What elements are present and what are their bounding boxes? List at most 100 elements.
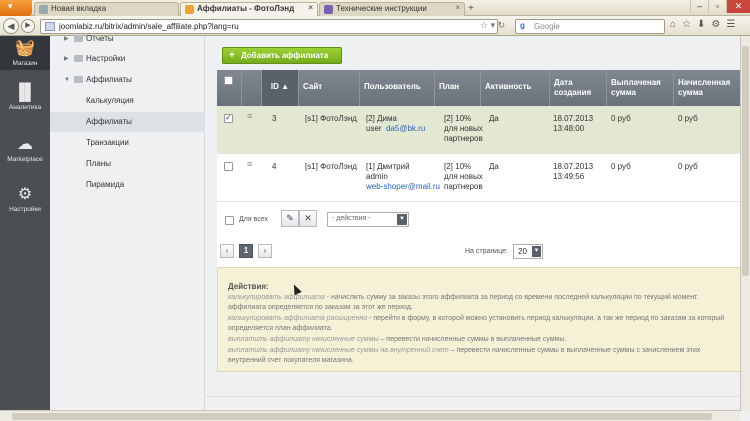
bar-chart-icon: ▐▌ <box>13 84 37 101</box>
page-icon <box>39 5 48 14</box>
close-tab-icon[interactable]: × <box>455 3 460 12</box>
menu-item-transactions[interactable]: Транзакции <box>50 133 205 153</box>
close-window-icon[interactable]: ✕ <box>726 0 750 13</box>
section-menu: ▶ Отчеты ▶ Настройки ▼ Аффилиаты Калькул… <box>50 34 205 421</box>
leftbar-item-settings[interactable]: ⚙ Настройки <box>0 184 50 220</box>
site-favicon-icon <box>324 5 333 14</box>
chevron-down-icon: ▼ <box>64 77 70 83</box>
user-email-link[interactable]: web-shoper@mail.ru <box>366 182 440 191</box>
header-accrued[interactable]: Начисленная сумма <box>674 70 750 106</box>
header-site[interactable]: Сайт <box>299 70 360 106</box>
sort-asc-icon: ▲ <box>281 82 290 91</box>
row-user: [1] Дмитрий admin web-shoper@mail.ru <box>366 162 440 191</box>
browser-tab-affiliates[interactable]: Аффилиаты - ФотоЛэнд × <box>180 2 318 16</box>
maximize-icon[interactable]: ▫ <box>708 0 726 13</box>
per-page-select[interactable]: 20 ▼ <box>513 244 543 259</box>
basket-icon: 🧺 <box>15 40 35 57</box>
help-line: определяется план аффилиата. <box>228 325 333 333</box>
bookmark-star-icon[interactable]: ☆ ▾ ↻ <box>480 20 505 31</box>
back-arrow-icon[interactable]: ◀ <box>3 18 19 34</box>
edit-pencil-icon[interactable]: ✎ <box>281 210 299 227</box>
gear-icon: ⚙ <box>17 186 33 203</box>
browser-tab-new[interactable]: Новая вкладка <box>34 2 179 16</box>
for-all-checkbox[interactable] <box>225 216 234 225</box>
row-id: 4 <box>272 162 277 171</box>
row-accrued: 0 руб <box>678 162 698 171</box>
menu-item-reports[interactable]: ▶ Отчеты <box>50 29 205 49</box>
actions-select[interactable]: - действия - ▼ <box>327 212 409 227</box>
menu-item-affiliates[interactable]: Аффилиаты <box>50 112 205 132</box>
menu-item-settings[interactable]: ▶ Настройки <box>50 49 205 69</box>
row-site: [s1] ФотоЛэнд <box>305 114 357 123</box>
close-tab-icon[interactable]: × <box>308 3 313 12</box>
row-plan: [2] 10% для новых партнеров <box>444 162 483 191</box>
header-plan[interactable]: План <box>435 70 481 106</box>
firefox-menu-button[interactable]: ▾ <box>0 0 32 16</box>
help-line: калькулировать аффилиата расширенно - пе… <box>228 314 725 322</box>
window-controls: – ▫ ✕ <box>690 0 750 14</box>
row-user: [2] Дима user da5@bk.ru <box>366 114 426 133</box>
row-menu-icon[interactable]: ≡ <box>247 160 255 169</box>
user-email-link[interactable]: da5@bk.ru <box>386 124 425 133</box>
search-input[interactable]: g Google <box>515 19 665 34</box>
delete-x-icon[interactable]: ✕ <box>299 210 317 227</box>
help-line: внутренний счет покупателя магазина. <box>228 357 354 365</box>
chevron-down-icon: ▼ <box>397 214 407 225</box>
header-id[interactable]: ID ▲ <box>262 70 299 106</box>
affiliates-table: ID ▲ Сайт Пользователь План Активность Д… <box>217 70 750 268</box>
help-line: аффилиата определяется по заказам за это… <box>228 304 413 312</box>
cloud-download-icon: ☁ <box>17 136 33 153</box>
header-actions-col <box>242 70 262 106</box>
toolbar-icons[interactable]: ⌂☆⬇⚙☰ <box>670 19 741 30</box>
site-favicon-icon <box>185 5 194 14</box>
table-header: ID ▲ Сайт Пользователь План Активность Д… <box>217 70 750 106</box>
new-tab-plus-icon[interactable]: + <box>468 3 474 14</box>
row-checkbox[interactable] <box>224 162 233 171</box>
header-created[interactable]: Дата создания <box>550 70 607 106</box>
prev-page-button[interactable]: ‹ <box>220 244 234 258</box>
row-menu-icon[interactable]: ≡ <box>247 112 255 121</box>
row-site: [s1] ФотоЛэнд <box>305 162 357 171</box>
vertical-scrollbar[interactable] <box>740 36 750 411</box>
tab-label: Технические инструкции <box>336 4 427 13</box>
menu-item-pyramid[interactable]: Пирамида <box>50 175 205 195</box>
leftbar-item-shop[interactable]: 🧺 Магазин <box>0 36 50 70</box>
for-all-label: Для всех <box>239 216 268 223</box>
header-user[interactable]: Пользователь <box>360 70 435 106</box>
menu-item-plans[interactable]: Планы <box>50 154 205 174</box>
browser-tab-strip: ▾ Новая вкладка Аффилиаты - ФотоЛэнд × Т… <box>0 0 750 16</box>
plus-icon: + <box>229 50 235 61</box>
next-page-button[interactable]: › <box>258 244 272 258</box>
folder-open-icon <box>74 76 83 83</box>
leftbar-item-analytics[interactable]: ▐▌ Аналитика <box>0 84 50 120</box>
horizontal-scrollbar[interactable] <box>0 410 740 421</box>
chevron-down-icon: ▼ <box>532 246 541 257</box>
page-1-button[interactable]: 1 <box>239 244 253 258</box>
table-row[interactable]: ≡ 4 [s1] ФотоЛэнд [1] Дмитрий admin web-… <box>217 154 750 202</box>
browser-tab-instructions[interactable]: Технические инструкции × <box>319 2 465 16</box>
help-line: выплатить аффилиату начисленные суммы на… <box>228 346 701 354</box>
header-select-all <box>217 70 242 106</box>
row-paid: 0 руб <box>611 162 631 171</box>
select-all-checkbox[interactable] <box>224 76 233 85</box>
menu-item-affiliates-group[interactable]: ▼ Аффилиаты <box>50 70 205 90</box>
tab-label: Аффилиаты - ФотоЛэнд <box>197 4 295 13</box>
forward-arrow-icon[interactable]: ▶ <box>21 19 35 33</box>
main-content: + Добавить аффилиата ID ▲ Сайт Пользоват… <box>205 36 750 421</box>
chevron-right-icon: ▶ <box>64 36 69 42</box>
scroll-thumb[interactable] <box>12 413 712 420</box>
google-icon: g <box>520 21 525 30</box>
table-row[interactable]: ≡ 3 [s1] ФотоЛэнд [2] Дима user da5@bk.r… <box>217 106 750 154</box>
row-plan: [2] 10% для новых партнеров <box>444 114 483 143</box>
add-affiliate-button[interactable]: + Добавить аффилиата <box>222 47 342 64</box>
leftbar-item-marketplace[interactable]: ☁ Marketplace <box>0 134 50 170</box>
menu-item-calculation[interactable]: Калькуляция <box>50 91 205 111</box>
scroll-thumb[interactable] <box>742 46 749 276</box>
header-activity[interactable]: Активность <box>481 70 550 106</box>
per-page-label: На странице: <box>465 248 508 255</box>
minimize-icon[interactable]: – <box>690 0 708 13</box>
row-created: 18.07.2013 13:48:00 <box>553 114 594 133</box>
row-checkbox[interactable] <box>224 113 233 123</box>
folder-icon <box>74 55 83 62</box>
header-paid[interactable]: Выплаченая сумма <box>607 70 674 106</box>
